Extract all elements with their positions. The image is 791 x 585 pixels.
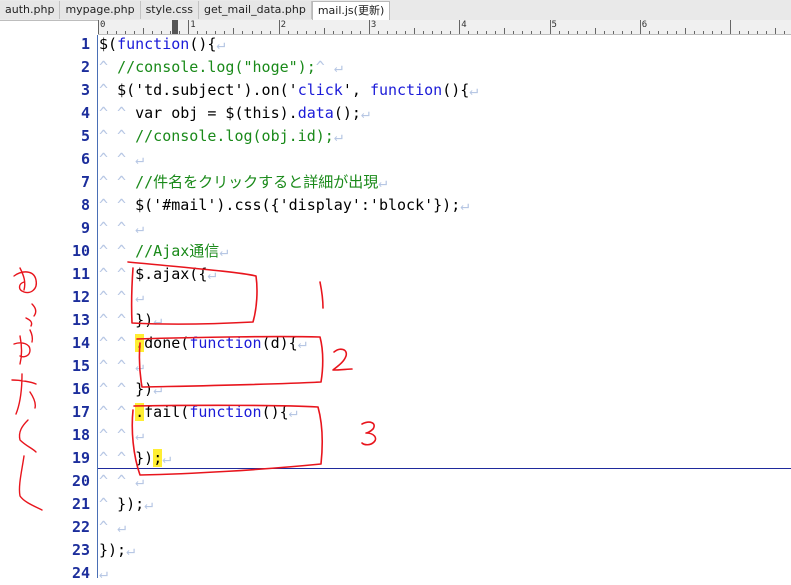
side-note-cha — [13, 329, 34, 365]
side-note-ku — [18, 419, 37, 453]
annotation-box-2 — [136, 335, 324, 388]
side-note-tail — [18, 455, 43, 511]
side-note-me — [13, 267, 38, 294]
side-note-ka — [11, 373, 37, 415]
annotation-box-1 — [127, 261, 258, 325]
handwritten-annotations — [11, 261, 377, 511]
annotation-label-2 — [332, 348, 353, 371]
annotation-label-3 — [361, 421, 377, 446]
annotation-box-3 — [131, 404, 324, 476]
side-note-small-tsu — [25, 303, 37, 327]
annotation-label-1 — [319, 281, 324, 309]
